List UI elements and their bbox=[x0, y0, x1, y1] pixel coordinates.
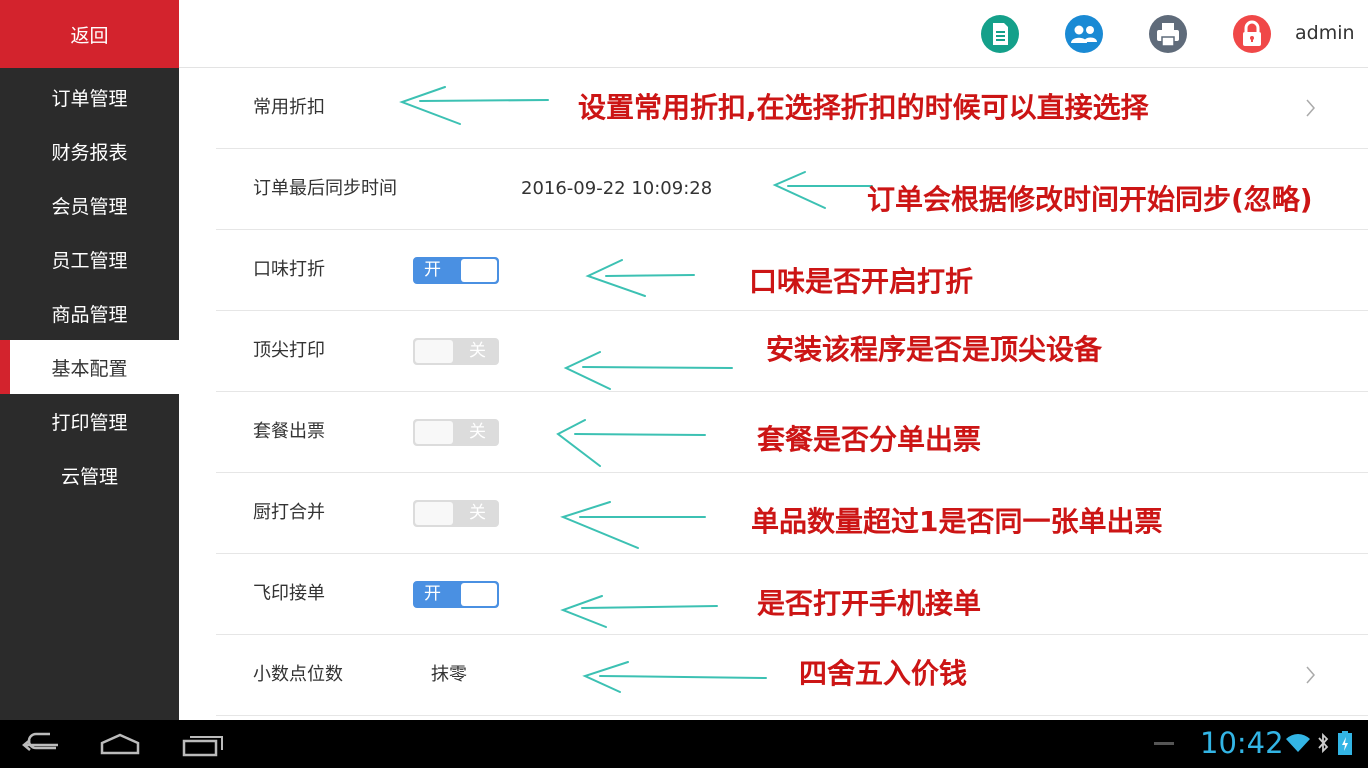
annotation-note: 套餐是否分单出票 bbox=[757, 423, 982, 456]
toggle-text: 开 bbox=[424, 584, 441, 604]
kitchen-merge-toggle[interactable]: 关 bbox=[413, 500, 499, 527]
sidebar-item-cloud[interactable]: 云管理 bbox=[0, 448, 179, 502]
chevron-right-icon bbox=[1306, 666, 1315, 684]
top-print-toggle[interactable]: 关 bbox=[413, 338, 499, 365]
annotation-note: 是否打开手机接单 bbox=[757, 587, 982, 620]
toggle-text: 关 bbox=[469, 341, 486, 361]
sidebar-item-orders[interactable]: 订单管理 bbox=[0, 70, 179, 124]
lock-icon[interactable] bbox=[1233, 15, 1271, 53]
username-label[interactable]: admin bbox=[1295, 22, 1355, 44]
sidebar-item-members[interactable]: 会员管理 bbox=[0, 178, 179, 232]
system-nav-bar: 10:42 bbox=[0, 720, 1368, 768]
decimal-places-value: 抹零 bbox=[431, 664, 467, 685]
bluetooth-icon bbox=[1318, 732, 1329, 754]
printer-icon[interactable] bbox=[1149, 15, 1187, 53]
toggle-knob bbox=[415, 421, 453, 444]
set-meal-ticket-toggle[interactable]: 关 bbox=[413, 419, 499, 446]
status-clock: 10:42 bbox=[1200, 726, 1284, 760]
last-sync-time: 2016-09-22 10:09:28 bbox=[521, 178, 713, 199]
toggle-knob bbox=[415, 502, 453, 525]
top-header: admin bbox=[179, 0, 1368, 68]
minimize-icon bbox=[1154, 742, 1174, 745]
battery-icon bbox=[1338, 731, 1352, 755]
annotation-note: 安装该程序是否是顶尖设备 bbox=[766, 333, 1103, 366]
document-icon[interactable] bbox=[981, 15, 1019, 53]
sidebar-item-print[interactable]: 打印管理 bbox=[0, 394, 179, 448]
sidebar-item-products[interactable]: 商品管理 bbox=[0, 286, 179, 340]
toggle-knob bbox=[415, 340, 453, 363]
chevron-right-icon bbox=[1306, 99, 1315, 117]
sidebar-item-staff[interactable]: 员工管理 bbox=[0, 232, 179, 286]
back-button[interactable]: 返回 bbox=[0, 0, 179, 68]
annotation-note: 订单会根据修改时间开始同步(忽略) bbox=[867, 183, 1313, 216]
annotation-note: 设置常用折扣,在选择折扣的时候可以直接选择 bbox=[578, 91, 1149, 124]
sidebar-item-basic-config[interactable]: 基本配置 bbox=[0, 340, 179, 394]
back-nav-icon[interactable] bbox=[10, 728, 70, 760]
annotation-note: 口味是否开启打折 bbox=[749, 265, 974, 298]
setting-label: 口味打折 bbox=[253, 259, 325, 280]
setting-label: 常用折扣 bbox=[253, 97, 325, 118]
flavor-discount-toggle[interactable]: 开 bbox=[413, 257, 499, 284]
setting-row-decimal-places[interactable]: 小数点位数 抹零 bbox=[216, 635, 1368, 716]
setting-label: 小数点位数 bbox=[253, 664, 343, 685]
annotation-note: 四舍五入价钱 bbox=[799, 657, 968, 690]
toggle-text: 关 bbox=[469, 503, 486, 523]
toggle-text: 开 bbox=[424, 260, 441, 280]
annotation-note: 单品数量超过1是否同一张单出票 bbox=[751, 505, 1163, 538]
setting-label: 厨打合并 bbox=[253, 502, 325, 523]
toggle-knob bbox=[461, 583, 497, 606]
feiyin-order-toggle[interactable]: 开 bbox=[413, 581, 499, 608]
toggle-text: 关 bbox=[469, 422, 486, 442]
recents-nav-icon[interactable] bbox=[172, 728, 232, 760]
users-icon[interactable] bbox=[1065, 15, 1103, 53]
toggle-knob bbox=[461, 259, 497, 282]
home-nav-icon[interactable] bbox=[90, 728, 150, 760]
setting-label: 顶尖打印 bbox=[253, 340, 325, 361]
sidebar: 返回 订单管理 财务报表 会员管理 员工管理 商品管理 基本配置 打印管理 云管… bbox=[0, 0, 179, 720]
sidebar-item-finance[interactable]: 财务报表 bbox=[0, 124, 179, 178]
wifi-icon bbox=[1286, 734, 1310, 752]
setting-label: 飞印接单 bbox=[253, 583, 325, 604]
setting-label: 套餐出票 bbox=[253, 421, 325, 442]
setting-label: 订单最后同步时间 bbox=[253, 178, 397, 199]
